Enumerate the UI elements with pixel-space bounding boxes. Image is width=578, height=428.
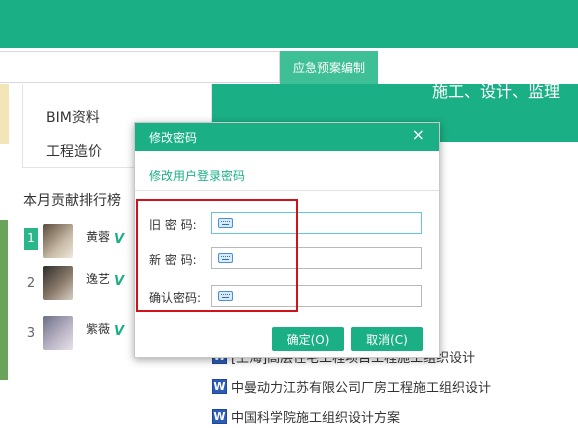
avatar[interactable]	[43, 266, 73, 300]
left-image-strip-lower	[0, 220, 8, 380]
rank-number: 2	[26, 276, 36, 291]
emergency-plan-button[interactable]: 应急预案编制	[280, 51, 378, 84]
word-document-icon: W	[212, 408, 227, 424]
word-document-icon: W	[212, 378, 227, 394]
close-icon[interactable]: ×	[412, 126, 425, 144]
ranking-title: 本月贡献排行榜	[23, 193, 121, 209]
menu-item-bim[interactable]: BIM资料	[46, 107, 100, 127]
left-image-strip	[0, 84, 9, 144]
document-item[interactable]: W 中曼动力江苏有限公司厂房工程施工组织设计	[212, 377, 491, 396]
search-input[interactable]	[0, 51, 280, 83]
document-title[interactable]: 中曼动力江苏有限公司厂房工程施工组织设计	[231, 377, 491, 396]
vip-badge-icon: V	[114, 274, 125, 289]
cancel-button[interactable]: 取消(C)	[351, 327, 423, 351]
dialog-subtitle: 修改用户登录密码	[149, 169, 246, 183]
dialog-header: 修改密码 ×	[135, 123, 439, 151]
banner-blank	[378, 48, 578, 84]
avatar[interactable]	[43, 316, 73, 350]
ranking-row[interactable]: 2 逸艺 V	[24, 266, 136, 306]
document-title[interactable]: 中国科学院施工组织设计方案	[231, 407, 400, 426]
rank-name[interactable]: 黄蓉	[86, 228, 110, 245]
vip-badge-icon: V	[114, 232, 125, 247]
ranking-row[interactable]: 3 紫薇 V	[24, 316, 136, 356]
vip-badge-icon: V	[114, 324, 125, 339]
header-banner	[0, 0, 578, 48]
dialog-title: 修改密码	[149, 131, 198, 145]
rank-name[interactable]: 逸艺	[86, 270, 110, 287]
divider	[135, 190, 439, 191]
ranking-row[interactable]: 1 黄蓉 V	[24, 224, 136, 264]
page: 应急预案编制 施工、设计、监理 BIM资料 工程造价 本月贡献排行榜 1 黄蓉 …	[0, 0, 578, 428]
rank-name[interactable]: 紫薇	[86, 320, 110, 337]
rank-number: 3	[26, 326, 36, 341]
menu-item-cost[interactable]: 工程造价	[46, 141, 102, 161]
confirm-button[interactable]: 确定(O)	[272, 327, 344, 351]
hero-text: 施工、设计、监理	[432, 84, 561, 101]
avatar[interactable]	[43, 224, 73, 258]
rank-number: 1	[24, 228, 38, 250]
document-item[interactable]: W 中国科学院施工组织设计方案	[212, 407, 400, 426]
highlight-annotation	[136, 199, 298, 312]
